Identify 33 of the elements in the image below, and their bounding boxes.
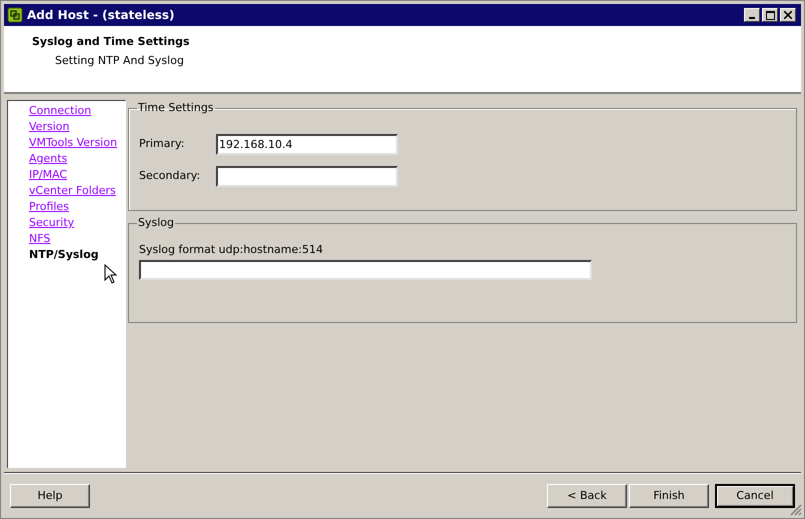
field-label: Primary: <box>139 136 186 152</box>
close-icon <box>784 11 792 19</box>
sidebar-link[interactable]: Version <box>29 119 70 135</box>
sidebar-link[interactable]: IP/MAC <box>29 167 68 183</box>
sidebar-link[interactable]: Profiles <box>29 199 69 215</box>
dialog-button[interactable]: Cancel <box>715 484 795 508</box>
text-input[interactable]: 192.168.10.4 <box>216 134 398 154</box>
close-button[interactable] <box>780 8 796 22</box>
dialog-button[interactable]: Finish <box>629 484 709 508</box>
text-input[interactable] <box>216 166 398 186</box>
maximize-button[interactable] <box>762 8 778 22</box>
maximize-icon <box>766 10 774 20</box>
syslog-label: Syslog format udp:hostname:514 <box>139 242 324 258</box>
resize-grip-icon[interactable] <box>790 504 802 516</box>
sidebar-link[interactable]: Security <box>29 215 74 231</box>
cursor-icon <box>104 264 117 284</box>
page-title: Syslog and Time Settings <box>32 34 191 50</box>
sidebar-link[interactable]: Agents <box>29 151 68 167</box>
sidebar-link[interactable]: vCenter Folders <box>29 183 116 199</box>
group-legend: Syslog <box>137 215 175 232</box>
app-icon <box>7 7 23 23</box>
page-subtitle: Setting NTP And Syslog <box>54 52 185 68</box>
field-label: Secondary: <box>139 168 202 184</box>
syslog-input[interactable] <box>139 260 592 280</box>
sidebar-link[interactable]: NTP/Syslog <box>29 247 99 263</box>
group-legend: Time Settings <box>137 100 215 116</box>
minimize-button[interactable] <box>744 8 760 22</box>
sidebar-link[interactable]: Connection <box>29 103 92 119</box>
window-title: Add Host - (stateless) <box>27 7 176 24</box>
sidebar-link[interactable]: NFS <box>29 231 50 247</box>
dialog-button[interactable]: < Back <box>547 484 627 508</box>
sidebar-link[interactable]: VMTools Version <box>29 135 118 151</box>
dialog-button[interactable]: Help <box>10 484 90 508</box>
